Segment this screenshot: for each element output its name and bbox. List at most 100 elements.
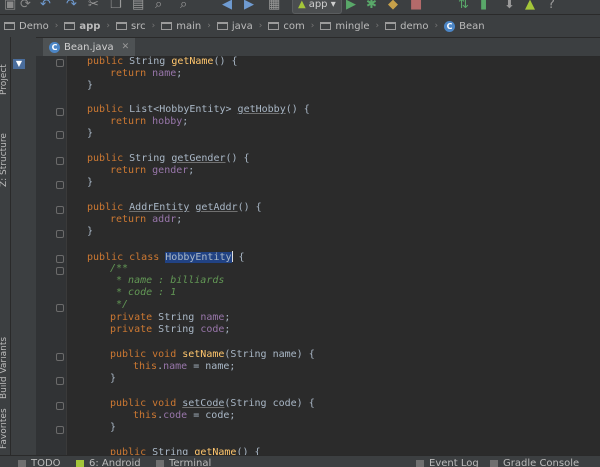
run-config-label: app — [309, 0, 328, 10]
chevron-right-icon: › — [308, 21, 318, 31]
code-line: this.code = code; — [133, 410, 235, 422]
fold-icon[interactable] — [56, 131, 64, 139]
tab-label: Bean.java — [64, 42, 114, 53]
undo-icon[interactable]: ↶ — [40, 0, 51, 13]
debug-icon[interactable]: ✱ — [366, 0, 377, 13]
fold-icon[interactable] — [56, 304, 64, 312]
code-line: } — [110, 422, 116, 434]
class-icon: C — [444, 21, 455, 32]
code-line: public String getGender() { — [87, 153, 250, 165]
chevron-right-icon: › — [373, 21, 383, 31]
breadcrumb-label: main — [176, 21, 201, 32]
make-project-icon[interactable]: ▦ — [268, 0, 280, 13]
breadcrumb-item-demo-pkg[interactable]: demo — [382, 21, 431, 32]
android-monitor-icon[interactable]: ▲ — [525, 0, 535, 13]
chevron-right-icon: › — [431, 21, 441, 31]
code-comment: /** — [110, 263, 128, 275]
folder-icon — [217, 22, 228, 30]
run-config-select[interactable]: ▲app ▾ — [292, 0, 342, 14]
help-icon[interactable]: ? — [548, 0, 555, 13]
replace-icon[interactable]: ⌕ — [180, 0, 187, 13]
code-line: private String code; — [110, 324, 230, 336]
chevron-right-icon: › — [204, 21, 214, 31]
folder-icon — [64, 22, 75, 30]
stop-icon[interactable]: ■ — [410, 0, 422, 13]
breadcrumb-label: Demo — [19, 21, 49, 32]
folder-icon — [161, 22, 172, 30]
build-variants-tool-tab[interactable]: Build Variants — [0, 337, 9, 399]
folder-icon — [116, 22, 127, 30]
cut-icon[interactable]: ✂ — [88, 0, 99, 13]
text-caret — [232, 251, 233, 262]
code-comment: * code : 1 — [110, 287, 176, 299]
main-toolbar: ▣ ⟳ ↶ ↷ ✂ ❐ ▤ ⌕ ⌕ ◀ ▶ ▦ ▲app ▾ ▶ ✱ ◆ ■ ⇅… — [0, 0, 600, 15]
breadcrumb-item-demo[interactable]: Demo — [0, 21, 52, 32]
code-line: return gender; — [110, 165, 194, 177]
folder-icon — [268, 22, 279, 30]
fold-icon[interactable] — [56, 267, 64, 275]
fold-icon[interactable] — [56, 206, 64, 214]
fold-icon[interactable] — [56, 59, 64, 67]
chevron-right-icon: › — [52, 21, 62, 31]
fold-icon[interactable] — [56, 255, 64, 263]
breadcrumb-item-mingle[interactable]: mingle — [317, 21, 372, 32]
redo-icon[interactable]: ↷ — [66, 0, 77, 13]
favorites-tool-tab[interactable]: Favorites — [0, 408, 9, 449]
forward-icon[interactable]: ▶ — [244, 0, 254, 13]
code-line: } — [87, 128, 93, 140]
find-icon[interactable]: ⌕ — [155, 0, 162, 13]
project-panel: ▼ — [11, 37, 37, 455]
sync-icon[interactable]: ⟳ — [20, 0, 31, 13]
class-icon: C — [49, 42, 60, 53]
fold-icon[interactable] — [56, 353, 64, 361]
project-tool-tab[interactable]: Project — [0, 64, 9, 95]
code-line: private String name; — [110, 312, 230, 324]
run-icon[interactable]: ▶ — [346, 0, 356, 13]
code-editor[interactable]: public String getName() { return name; }… — [67, 56, 600, 456]
code-line: this.name = name; — [133, 361, 235, 373]
fold-icon[interactable] — [56, 426, 64, 434]
copy-icon[interactable]: ❐ — [110, 0, 122, 13]
folder-icon — [385, 22, 396, 30]
selected-text: HobbyEntity — [165, 252, 231, 263]
back-icon[interactable]: ◀ — [222, 0, 232, 13]
code-line: public List<HobbyEntity> getHobby() { — [87, 104, 310, 116]
expand-icon[interactable]: ▼ — [13, 59, 25, 69]
code-line: return hobby; — [110, 116, 188, 128]
breadcrumb: Demo › app › src › main › java › com › m… — [0, 15, 600, 38]
avd-manager-icon[interactable]: ▮ — [480, 0, 487, 13]
sdk-manager-icon[interactable]: ⬇ — [504, 0, 515, 13]
code-line: } — [87, 80, 93, 92]
chevron-right-icon: › — [103, 21, 113, 31]
tool-window-bar: TODO 6: Android Terminal Event Log Gradl… — [0, 455, 600, 467]
save-icon[interactable]: ▣ — [4, 0, 16, 13]
fold-icon[interactable] — [56, 181, 64, 189]
breadcrumb-item-src[interactable]: src — [113, 21, 149, 32]
breadcrumb-item-com[interactable]: com — [265, 21, 307, 32]
code-line: } — [87, 226, 93, 238]
editor-tab-bar: C Bean.java ✕ — [36, 38, 600, 57]
code-line: return name; — [110, 68, 182, 80]
breadcrumb-item-app[interactable]: app — [61, 21, 103, 32]
breadcrumb-label: demo — [400, 21, 428, 32]
code-line: } — [87, 177, 93, 189]
breadcrumb-item-bean[interactable]: CBean — [441, 21, 487, 32]
fold-icon[interactable] — [56, 377, 64, 385]
tab-bean-java[interactable]: C Bean.java ✕ — [43, 38, 135, 56]
left-tool-strip: Project Z: Structure Build Variants Favo… — [0, 37, 11, 455]
structure-tool-tab[interactable]: Z: Structure — [0, 133, 9, 187]
code-line: return addr; — [110, 214, 182, 226]
breadcrumb-label: app — [79, 21, 100, 32]
sync-gradle-icon[interactable]: ⇅ — [458, 0, 469, 13]
profile-icon[interactable]: ◆ — [388, 0, 398, 13]
folder-icon — [320, 22, 331, 30]
fold-icon[interactable] — [56, 108, 64, 116]
fold-icon[interactable] — [56, 230, 64, 238]
paste-icon[interactable]: ▤ — [132, 0, 144, 13]
close-icon[interactable]: ✕ — [122, 42, 130, 52]
chevron-right-icon: › — [256, 21, 266, 31]
breadcrumb-item-java[interactable]: java — [214, 21, 256, 32]
breadcrumb-item-main[interactable]: main — [158, 21, 204, 32]
fold-icon[interactable] — [56, 157, 64, 165]
fold-icon[interactable] — [56, 402, 64, 410]
